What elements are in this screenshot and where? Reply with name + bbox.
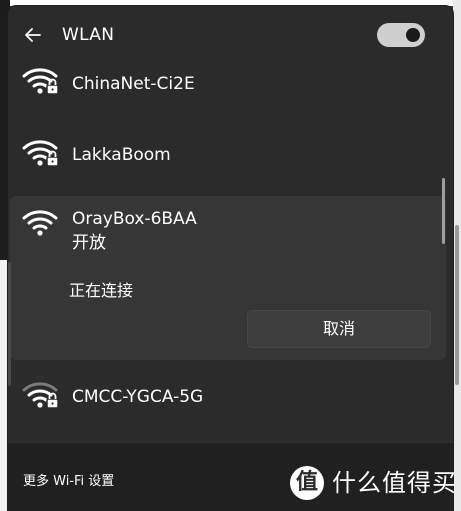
network-ssid: OrayBox-6BAA	[72, 209, 197, 229]
watermark-logo-icon: 值	[290, 466, 324, 500]
network-item-connecting[interactable]: OrayBox-6BAA 开放 正在连接 取消	[10, 196, 446, 360]
network-item[interactable]: CMCC-YGCA-5G	[8, 372, 445, 416]
scrollbar-thumb[interactable]	[442, 178, 445, 244]
wlan-flyout: WLAN ChinaNet-Ci2E LakkaBoom OrayBox-6BA…	[8, 6, 453, 511]
wlan-toggle[interactable]	[377, 23, 425, 47]
network-ssid: ChinaNet-Ci2E	[72, 74, 195, 94]
background-right-strip	[453, 0, 461, 511]
wifi-lock-icon	[22, 138, 60, 168]
network-ssid: LakkaBoom	[72, 145, 171, 165]
cancel-button[interactable]: 取消	[247, 310, 431, 348]
more-wifi-settings-link[interactable]: 更多 Wi-Fi 设置	[23, 473, 114, 491]
network-item[interactable]: LakkaBoom	[8, 132, 445, 176]
network-item[interactable]: ChinaNet-Ci2E	[8, 64, 445, 104]
network-security-label: 开放	[72, 233, 106, 253]
wifi-lock-icon	[22, 66, 60, 96]
network-ssid: CMCC-YGCA-5G	[72, 387, 204, 407]
wifi-icon	[22, 208, 60, 238]
watermark: 值 什么值得买	[290, 466, 461, 506]
watermark-logo-glyph: 值	[295, 470, 318, 495]
connection-status: 正在连接	[69, 281, 134, 300]
wifi-lock-icon	[22, 380, 60, 410]
watermark-text: 什么值得买	[332, 469, 457, 497]
arrow-left-icon	[25, 28, 41, 42]
page-title: WLAN	[62, 25, 115, 45]
back-button[interactable]	[22, 24, 44, 46]
toggle-knob	[406, 28, 420, 42]
network-list: ChinaNet-Ci2E LakkaBoom OrayBox-6BAA 开放 …	[8, 54, 453, 454]
left-scroll-indicator	[8, 262, 11, 386]
background-scroll-indicator	[455, 225, 459, 385]
